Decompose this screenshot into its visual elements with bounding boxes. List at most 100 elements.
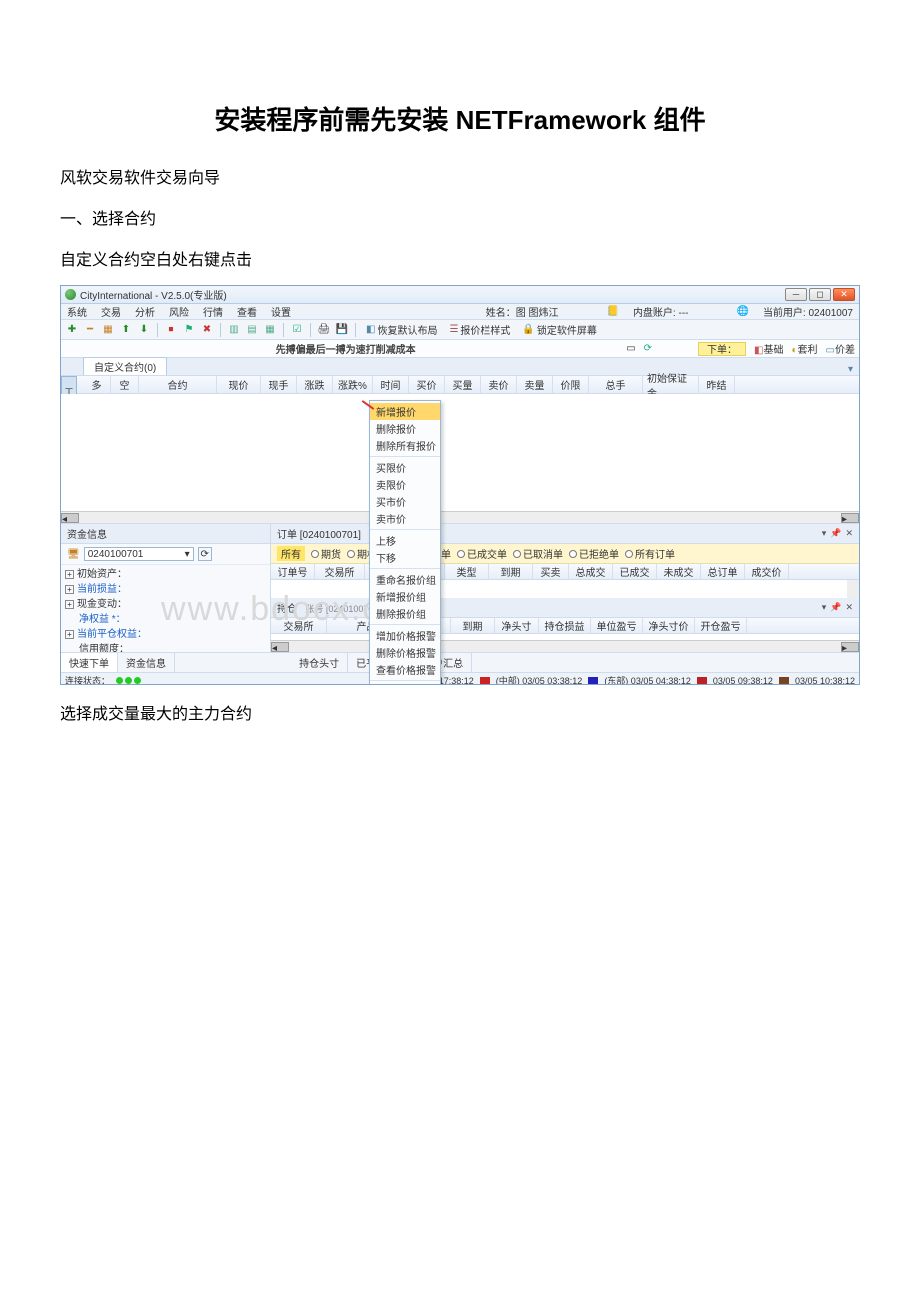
nav-copy-icon[interactable]: ▦ (101, 323, 115, 337)
ocol-9[interactable]: 总订单 (701, 564, 745, 579)
nav-down-icon[interactable]: ⬇ (137, 323, 151, 337)
radio-filled[interactable]: 已成交单 (457, 546, 507, 561)
ocol-1[interactable]: 交易所 (315, 564, 365, 579)
tree-expand-icon[interactable]: + (65, 600, 74, 609)
window-max-button[interactable]: ◻ (809, 288, 831, 301)
ocol-7[interactable]: 已成交 (613, 564, 657, 579)
menu-trade[interactable]: 交易 (101, 304, 121, 319)
refresh-icon[interactable]: ⟳ (644, 343, 652, 354)
pcol-3[interactable]: 到期 (451, 618, 495, 633)
print-icon[interactable]: 🖨 (317, 323, 331, 337)
nav-up-icon[interactable]: ⬆ (119, 323, 133, 337)
ctx-move-down[interactable]: 下移 (370, 549, 440, 566)
ctx-add-group[interactable]: 新增报价组 (370, 588, 440, 605)
col-long[interactable]: 多 (83, 376, 111, 393)
col-short[interactable]: 空 (111, 376, 139, 393)
window-close-button[interactable]: ✕ (833, 288, 855, 301)
menu-quotes[interactable]: 行情 (203, 304, 223, 319)
nav-minus-icon[interactable]: ━ (83, 323, 97, 337)
tree-expand-icon[interactable]: + (65, 585, 74, 594)
btab-fund[interactable]: 资金信息 (118, 653, 175, 672)
quote-style-button[interactable]: ☰报价栏样式 (445, 322, 514, 338)
ocol-10[interactable]: 成交价 (745, 564, 789, 579)
pin-icon[interactable]: 📌 (830, 528, 841, 539)
stop-icon[interactable]: ⏹ (164, 323, 178, 337)
tree-expand-icon[interactable]: + (65, 630, 74, 639)
radio-cancelled[interactable]: 已取消单 (513, 546, 563, 561)
ctx-del-group[interactable]: 删除报价组 (370, 605, 440, 622)
pcol-6[interactable]: 单位盈亏 (591, 618, 643, 633)
position-grid-body[interactable]: ◂▸ (271, 634, 859, 652)
delete-icon[interactable]: ✖ (200, 323, 214, 337)
ocol-5[interactable]: 买卖 (533, 564, 569, 579)
ocol-4[interactable]: 到期 (489, 564, 533, 579)
btab-position[interactable]: 持仓头寸 (291, 653, 348, 672)
reset-layout-button[interactable]: ◧恢复默认布局 (362, 322, 441, 338)
col-bidqty[interactable]: 买量 (445, 376, 481, 393)
ocol-3[interactable]: 类型 (445, 564, 489, 579)
lock-screen-button[interactable]: 🔒锁定软件屏幕 (518, 322, 600, 338)
nav-add-icon[interactable]: ✚ (65, 323, 79, 337)
ctx-move-up[interactable]: 上移 (370, 532, 440, 549)
scroll-left-button[interactable]: ◂ (61, 513, 79, 523)
col-chgpct[interactable]: 涨跌% (333, 376, 373, 393)
quote-grid-body[interactable]: ◂ ▸ (61, 394, 859, 524)
ctx-del-quote[interactable]: 删除报价 (370, 420, 440, 437)
ctx-add-quote[interactable]: 新增报价 (370, 403, 440, 420)
ctx-rename-group[interactable]: 重命名报价组 (370, 571, 440, 588)
col-margin[interactable]: 初始保证金 (643, 376, 699, 393)
ctx-sell-limit[interactable]: 卖限价 (370, 476, 440, 493)
pcol-4[interactable]: 净头寸 (495, 618, 539, 633)
ctx-sell-market[interactable]: 卖市价 (370, 510, 440, 527)
menu-risk[interactable]: 风险 (169, 304, 189, 319)
grid1-icon[interactable]: ▥ (227, 323, 241, 337)
save-icon[interactable]: 💾 (335, 323, 349, 337)
ocol-0[interactable]: 订单号 (271, 564, 315, 579)
order-opt-spread[interactable]: ◐套利 (791, 341, 817, 356)
pcol-7[interactable]: 净头寸价 (643, 618, 695, 633)
btab-quickorder[interactable]: 快速下单 (61, 653, 118, 672)
menu-settings[interactable]: 设置 (271, 304, 291, 319)
pin-down-icon[interactable]: ▾ (822, 602, 827, 613)
ocol-8[interactable]: 未成交 (657, 564, 701, 579)
col-curhand[interactable]: 现手 (261, 376, 297, 393)
collapse-icon[interactable]: ▭ (626, 343, 635, 354)
pin-icon[interactable]: 📌 (830, 602, 841, 613)
pin-down-icon[interactable]: ▾ (822, 528, 827, 539)
tab-all[interactable]: 所有 (277, 546, 305, 561)
col-chg[interactable]: 涨跌 (297, 376, 333, 393)
check-icon[interactable]: ☑ (290, 323, 304, 337)
order-opt-diff[interactable]: ▭价差 (826, 341, 855, 356)
tab-futures[interactable]: 期货 (311, 546, 341, 561)
col-bid[interactable]: 买价 (409, 376, 445, 393)
menu-view[interactable]: 查看 (237, 304, 257, 319)
radio-rejected[interactable]: 已拒绝单 (569, 546, 619, 561)
close-panel-icon[interactable]: ✕ (845, 528, 853, 539)
account-dropdown[interactable]: 0240100701▾ (84, 547, 194, 561)
col-askqty[interactable]: 卖量 (517, 376, 553, 393)
ctx-view-alert[interactable]: 查看价格报警 (370, 661, 440, 678)
ctx-buy-limit[interactable]: 买限价 (370, 459, 440, 476)
close-panel-icon[interactable]: ✕ (845, 602, 853, 613)
order-opt-basic[interactable]: ◧基础 (754, 341, 783, 356)
flag-icon[interactable]: ⚑ (182, 323, 196, 337)
ocol-6[interactable]: 总成交 (569, 564, 613, 579)
ctx-add-alert[interactable]: 增加价格报警 (370, 627, 440, 644)
h-scrollbar2[interactable]: ◂▸ (271, 640, 859, 652)
pcol-8[interactable]: 开仓盈亏 (695, 618, 747, 633)
tab-custom-contract[interactable]: 自定义合约(0) (83, 357, 167, 375)
menu-system[interactable]: 系统 (67, 304, 87, 319)
col-price[interactable]: 现价 (217, 376, 261, 393)
col-prev[interactable]: 昨结 (699, 376, 735, 393)
col-contract[interactable]: 合约 (139, 376, 217, 393)
grid2-icon[interactable]: ▤ (245, 323, 259, 337)
ctx-del-all-quote[interactable]: 删除所有报价 (370, 437, 440, 454)
pcol-0[interactable]: 交易所 (271, 618, 327, 633)
menu-analysis[interactable]: 分析 (135, 304, 155, 319)
scroll-right-button[interactable]: ▸ (841, 513, 859, 523)
col-limit[interactable]: 价限 (553, 376, 589, 393)
ctx-del-alert[interactable]: 删除价格报警 (370, 644, 440, 661)
tree-expand-icon[interactable]: + (65, 570, 74, 579)
col-ask[interactable]: 卖价 (481, 376, 517, 393)
col-time[interactable]: 时间 (373, 376, 409, 393)
